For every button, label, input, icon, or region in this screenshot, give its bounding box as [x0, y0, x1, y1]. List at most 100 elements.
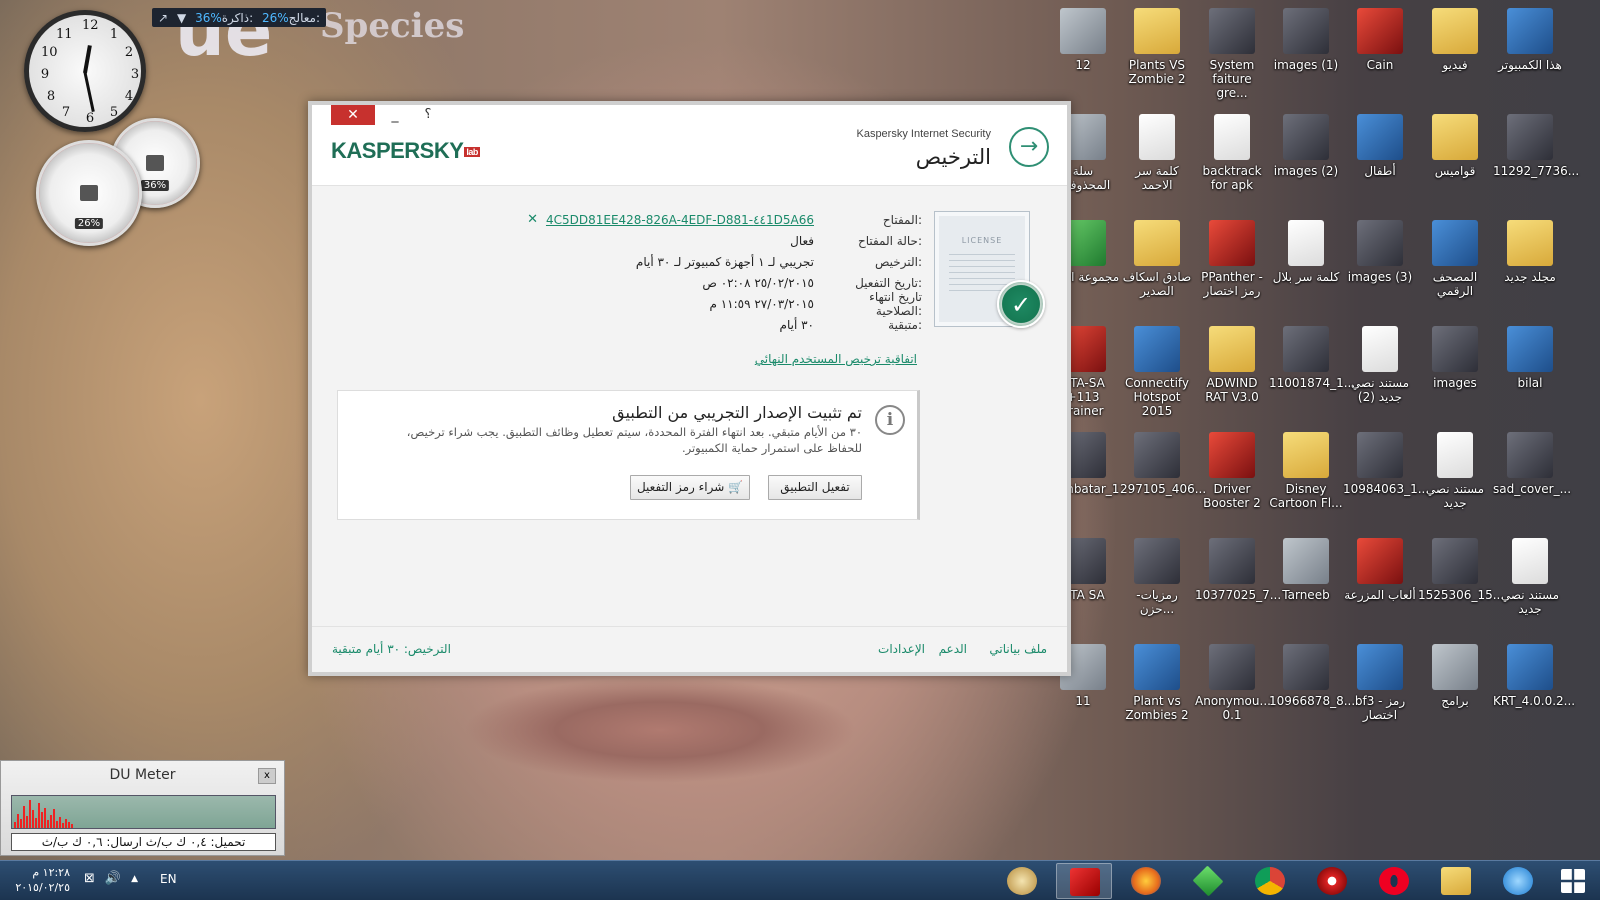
eula-link[interactable]: اتفاقية ترخيص المستخدم النهائي: [755, 352, 917, 366]
desktop-icon[interactable]: PPanther - رمز اختصار: [1195, 220, 1269, 298]
remove-key-icon[interactable]: ✕: [527, 212, 538, 227]
driver-booster-taskbar-button[interactable]: [1304, 863, 1360, 899]
desktop-icon[interactable]: 1525306_15...: [1418, 538, 1504, 602]
app-file-icon: [1507, 8, 1553, 54]
desktop-icon[interactable]: backtrack for apk: [1195, 114, 1269, 192]
desktop-icon[interactable]: رمزيات-حزن...: [1120, 538, 1194, 616]
desktop-icon-label: images (2): [1273, 164, 1339, 178]
license-status-link[interactable]: الترخيص: ٣٠ أيام متبقية: [332, 642, 451, 656]
window-footer: ملف بياناتي الدعم الإعدادات الترخيص: ٣٠ …: [312, 626, 1067, 672]
chrome-taskbar-button[interactable]: [1242, 863, 1298, 899]
desktop-icon[interactable]: المصحف الرقمي: [1418, 220, 1492, 298]
paint-taskbar-button[interactable]: [994, 863, 1050, 899]
traffic-bar: [29, 800, 31, 828]
memory-chip-icon: [146, 155, 164, 171]
logo-lab: lab: [464, 147, 480, 158]
traffic-bar: [38, 803, 40, 828]
desktop-icon[interactable]: برامج: [1418, 644, 1492, 708]
buy-code-button[interactable]: 🛒 شراء رمز التفعيل: [630, 475, 750, 500]
kaspersky-taskbar-button[interactable]: [1056, 863, 1112, 899]
dropdown-icon[interactable]: ▼: [177, 11, 186, 25]
taskbar-clock[interactable]: ١٢:٢٨ م ٢٠١٥/٠٢/٢٥: [10, 865, 70, 895]
close-button[interactable]: ✕: [331, 105, 375, 125]
explorer-taskbar-button[interactable]: [1428, 863, 1484, 899]
wallpaper-text: Species: [320, 6, 465, 46]
desktop-icon[interactable]: Driver Booster 2: [1195, 432, 1269, 510]
desktop-icon[interactable]: bilal: [1493, 326, 1567, 390]
desktop-icon[interactable]: فيديو: [1418, 8, 1492, 72]
system-monitor-bar[interactable]: ↗ ▼ 36%ذاكرة: 26%معالج:: [152, 8, 326, 27]
app-file-icon: [1357, 644, 1403, 690]
firefox-taskbar-button[interactable]: [1118, 863, 1174, 899]
desktop-icon[interactable]: 10984063_1...: [1343, 432, 1430, 496]
desktop-icon[interactable]: Cain: [1343, 8, 1417, 72]
desktop-icon[interactable]: 11001874_1...: [1269, 326, 1355, 390]
clock-gadget[interactable]: 12 1 2 3 4 5 6 7 8 9 10 11: [24, 10, 146, 132]
photo-file-icon: [1432, 538, 1478, 584]
traffic-bar: [65, 819, 67, 828]
traffic-bar: [71, 824, 73, 828]
desktop-icon[interactable]: صادق اسكاف الصدير: [1120, 220, 1194, 298]
desktop-icon[interactable]: images (2): [1269, 114, 1343, 178]
desktop-icon[interactable]: مستند نصي جديد: [1493, 538, 1567, 616]
license-key-link[interactable]: 4C5DD81EE428-826A-4EDF-D881-٤٤1D5A66: [546, 213, 814, 227]
desktop-icon[interactable]: bf3 - رمز اختصار: [1343, 644, 1417, 722]
desktop-icon[interactable]: 12: [1046, 8, 1120, 72]
photo-file-icon: [1357, 220, 1403, 266]
desktop-icon[interactable]: مجلد جديد: [1493, 220, 1567, 284]
back-arrow-icon[interactable]: →: [1009, 127, 1049, 167]
support-link[interactable]: الدعم: [939, 642, 967, 656]
green-app-taskbar-button[interactable]: [1180, 863, 1236, 899]
desktop-icon[interactable]: Anonymou... 0.1: [1195, 644, 1271, 722]
start-button[interactable]: [1548, 863, 1598, 899]
desktop-icon[interactable]: sad_cover_...: [1493, 432, 1571, 496]
desktop-icon[interactable]: هذا الكمبيوتر: [1493, 8, 1567, 72]
desktop-icon[interactable]: images: [1418, 326, 1492, 390]
desktop-icon[interactable]: Disney Cartoon Fl...: [1269, 432, 1343, 510]
help-button[interactable]: ؟: [418, 107, 438, 123]
desktop-icon[interactable]: System faiture gre...: [1195, 8, 1269, 100]
desktop-icon-label: 10984063_1...: [1343, 482, 1430, 496]
desktop-icon[interactable]: كلمة سر بلال: [1269, 220, 1343, 284]
desktop-icon[interactable]: KRT_4.0.0.2...: [1493, 644, 1575, 708]
ie-taskbar-button[interactable]: [1490, 863, 1546, 899]
desktop-icon[interactable]: مستند نصي جديد (2): [1343, 326, 1417, 404]
my-profile-link[interactable]: ملف بياناتي: [989, 642, 1047, 656]
language-indicator[interactable]: EN: [160, 872, 177, 886]
activate-button[interactable]: تفعيل التطبيق: [768, 475, 862, 500]
cpu-gauge[interactable]: 26%: [36, 140, 142, 246]
desktop-icon[interactable]: ADWIND RAT V3.0: [1195, 326, 1269, 404]
show-hidden-icons-icon[interactable]: ▲: [131, 871, 138, 887]
app-file-icon: [1432, 220, 1478, 266]
desktop-icon[interactable]: images (1): [1269, 8, 1343, 72]
desktop-icon[interactable]: images (3): [1343, 220, 1417, 284]
desktop-icon[interactable]: Plants VS Zombie 2: [1120, 8, 1194, 86]
desktop-icon[interactable]: قواميس: [1418, 114, 1492, 178]
expand-icon[interactable]: ↗: [158, 11, 168, 25]
desktop-icon[interactable]: ألعاب المزرعة: [1343, 538, 1417, 602]
settings-link[interactable]: الإعدادات: [878, 642, 925, 656]
desktop-icon[interactable]: 10966878_8...: [1269, 644, 1355, 708]
chrome-icon: [1255, 867, 1285, 895]
du-meter-close-button[interactable]: x: [258, 768, 276, 784]
desktop-icon[interactable]: أطفال: [1343, 114, 1417, 178]
clock-date: ٢٠١٥/٠٢/٢٥: [15, 881, 70, 894]
opera-taskbar-button[interactable]: [1366, 863, 1422, 899]
volume-icon[interactable]: 🔊: [105, 871, 121, 887]
clock-time: ١٢:٢٨ م: [32, 866, 70, 879]
desktop-icon-label: Plants VS Zombie 2: [1128, 58, 1186, 86]
desktop-icon[interactable]: 11292_7736...: [1493, 114, 1579, 178]
minimize-button[interactable]: _: [385, 107, 405, 123]
desktop-icon-label: ألعاب المزرعة: [1344, 588, 1416, 602]
du-meter-widget[interactable]: DU Meter x تحميل: ٠,٤ ك ب/ث ارسال: ٠,٦ ك…: [0, 760, 285, 856]
remaining-label: متبقية:: [888, 317, 922, 332]
desktop-icon[interactable]: مستند نصي جديد: [1418, 432, 1492, 510]
desktop-icon[interactable]: Plant vs Zombies 2: [1120, 644, 1194, 722]
network-icon[interactable]: ⊠: [84, 871, 95, 887]
desktop-icon[interactable]: Connectify Hotspot 2015: [1120, 326, 1194, 418]
kaspersky-logo: KASPERSKY lab: [331, 138, 480, 164]
traffic-graph: [11, 795, 276, 829]
desktop-icon[interactable]: 297105_406...: [1120, 432, 1206, 496]
desktop-icon[interactable]: كلمة سر الاحمد: [1120, 114, 1194, 192]
desktop-icon[interactable]: 10377025_7...: [1195, 538, 1281, 602]
